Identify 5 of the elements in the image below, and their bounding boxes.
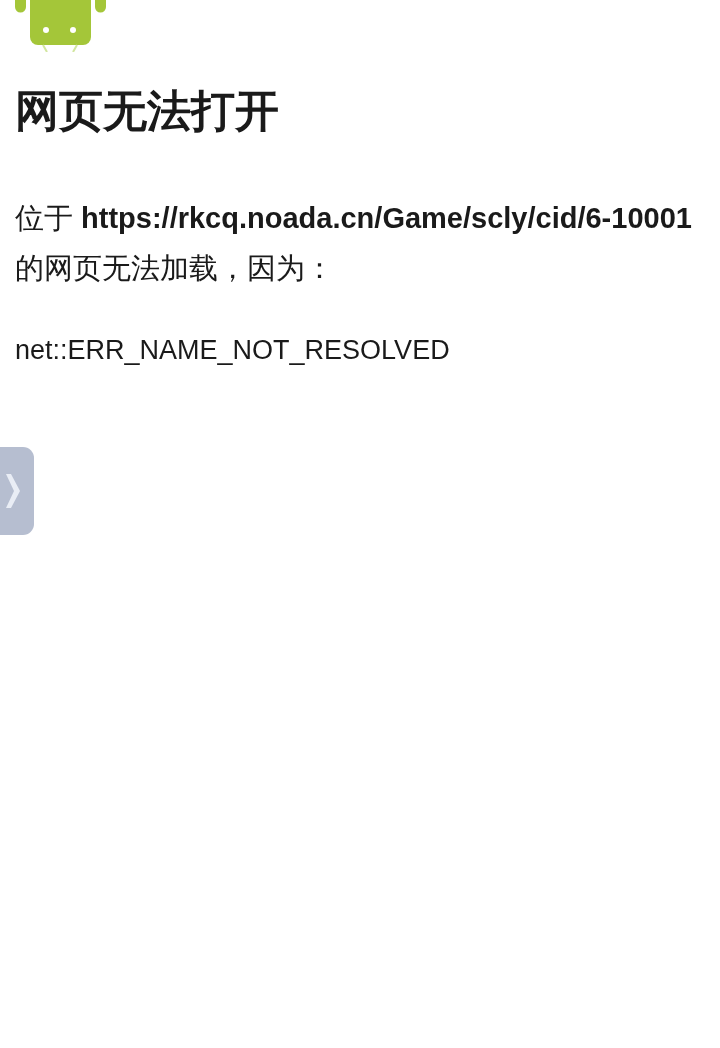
side-panel-handle[interactable] xyxy=(0,447,34,535)
error-code: net::ERR_NAME_NOT_RESOLVED xyxy=(15,334,450,367)
chevron-right-icon xyxy=(6,474,20,508)
error-message: 位于 https://rkcq.noada.cn/Game/scly/cid/6-10001 的网页无法加载，因为： xyxy=(15,201,693,286)
page-title: 网页无法打开 xyxy=(15,85,279,137)
